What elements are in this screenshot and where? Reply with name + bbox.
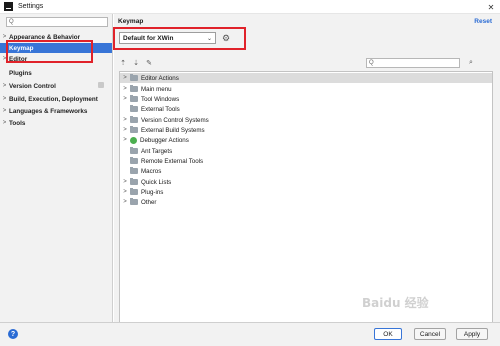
- search-icon: Q: [9, 19, 14, 25]
- folder-icon: [130, 198, 138, 205]
- sidebar-item-label: Plugins: [9, 69, 32, 77]
- settings-search-input[interactable]: Q: [6, 17, 108, 27]
- chevron-right-icon: >: [123, 75, 127, 81]
- list-item[interactable]: > Debugger Actions: [120, 135, 492, 145]
- bug-icon: [130, 136, 137, 144]
- chevron-right-icon: >: [123, 117, 127, 123]
- list-item-label: Version Control Systems: [141, 116, 209, 124]
- list-item-label: Plug-ins: [141, 188, 164, 196]
- folder-icon: [130, 147, 138, 154]
- find-by-shortcut-icon[interactable]: ⌕: [466, 58, 476, 68]
- actions-tree: > Editor Actions > Main menu > Tool Wind…: [119, 71, 493, 330]
- list-item-label: Other: [141, 198, 157, 206]
- folder-icon: [130, 95, 138, 102]
- sidebar-item-version-control[interactable]: > Version Control: [0, 81, 112, 91]
- list-item[interactable]: > Quick Lists: [120, 177, 492, 187]
- edit-pencil-icon[interactable]: ✎: [145, 59, 153, 67]
- sidebar-item-tools[interactable]: > Tools: [0, 118, 112, 128]
- list-item-label: Quick Lists: [141, 178, 172, 186]
- intellij-app-icon: [4, 2, 13, 11]
- list-item-label: Macros: [141, 167, 162, 175]
- list-item[interactable]: Macros: [120, 166, 492, 176]
- list-item[interactable]: Remote External Tools: [120, 156, 492, 166]
- sidebar-item-label: Tools: [9, 119, 26, 127]
- folder-icon: [130, 85, 138, 92]
- search-icon: Q: [369, 60, 374, 66]
- sidebar-item-plugins[interactable]: Plugins: [0, 68, 112, 78]
- list-item-label: Remote External Tools: [141, 157, 204, 165]
- expand-all-icon[interactable]: ⇡: [119, 59, 127, 67]
- chevron-right-icon: >: [123, 96, 127, 102]
- window-title: Settings: [18, 3, 44, 10]
- list-item-label: Editor Actions: [141, 74, 179, 82]
- chevron-right-icon: >: [2, 120, 7, 126]
- list-item[interactable]: > Tool Windows: [120, 94, 492, 104]
- cancel-button[interactable]: Cancel: [414, 328, 446, 340]
- help-icon[interactable]: ?: [8, 329, 18, 339]
- chevron-right-icon: >: [123, 86, 127, 92]
- close-icon[interactable]: ✕: [482, 0, 500, 14]
- folder-icon: [130, 116, 138, 123]
- list-item[interactable]: Ant Targets: [120, 146, 492, 156]
- folder-icon: [130, 167, 138, 174]
- ok-button[interactable]: OK: [374, 328, 402, 340]
- chevron-right-icon: >: [123, 179, 127, 185]
- folder-icon: [130, 178, 138, 185]
- list-item[interactable]: > External Build Systems: [120, 125, 492, 135]
- list-item-label: Ant Targets: [141, 147, 173, 155]
- chevron-right-icon: >: [2, 108, 7, 114]
- title-bar: Settings ✕: [0, 0, 500, 14]
- apply-button[interactable]: Apply: [456, 328, 488, 340]
- actions-toolbar: ⇡ ⇣ ✎: [119, 58, 153, 68]
- list-item-label: External Build Systems: [141, 126, 205, 134]
- list-item[interactable]: > Main menu: [120, 84, 492, 94]
- chevron-right-icon: >: [123, 137, 127, 143]
- list-item-label: Debugger Actions: [140, 136, 189, 144]
- list-item-label: Main menu: [141, 85, 172, 93]
- annotation-box-keymap: [6, 40, 93, 63]
- chevron-right-icon: >: [123, 127, 127, 133]
- project-level-icon: [98, 82, 104, 88]
- list-item[interactable]: External Tools: [120, 104, 492, 114]
- actions-search-input[interactable]: Q: [366, 58, 460, 68]
- chevron-right-icon: >: [2, 96, 7, 102]
- list-item[interactable]: > Editor Actions: [120, 73, 492, 83]
- chevron-right-icon: >: [123, 199, 127, 205]
- folder-icon: [130, 188, 138, 195]
- chevron-right-icon: >: [123, 189, 127, 195]
- sidebar-item-build[interactable]: > Build, Execution, Deployment: [0, 94, 112, 104]
- page-title: Keymap: [118, 18, 144, 25]
- sidebar-item-label: Version Control: [9, 82, 56, 90]
- annotation-box-keymap-select: [113, 27, 246, 50]
- folder-icon: [130, 105, 138, 112]
- sidebar-item-languages[interactable]: > Languages & Frameworks: [0, 106, 112, 116]
- sidebar-item-label: Languages & Frameworks: [9, 107, 88, 115]
- list-item[interactable]: > Plug-ins: [120, 187, 492, 197]
- keymap-panel: Keymap Reset Default for XWin ⌄ ⚙ ⇡ ⇣ ✎ …: [114, 14, 500, 330]
- chevron-right-icon: >: [2, 83, 7, 89]
- folder-icon: [130, 74, 138, 81]
- list-item-label: External Tools: [141, 105, 180, 113]
- dialog-footer: ? OK Cancel Apply: [0, 322, 500, 346]
- reset-link[interactable]: Reset: [474, 18, 492, 25]
- sidebar-item-label: Build, Execution, Deployment: [9, 95, 98, 103]
- baidu-watermark: Baidu 经验: [362, 296, 429, 310]
- list-item[interactable]: > Version Control Systems: [120, 115, 492, 125]
- list-item[interactable]: > Other: [120, 197, 492, 207]
- list-item-label: Tool Windows: [141, 95, 180, 103]
- collapse-all-icon[interactable]: ⇣: [132, 59, 140, 67]
- folder-icon: [130, 157, 138, 164]
- folder-icon: [130, 126, 138, 133]
